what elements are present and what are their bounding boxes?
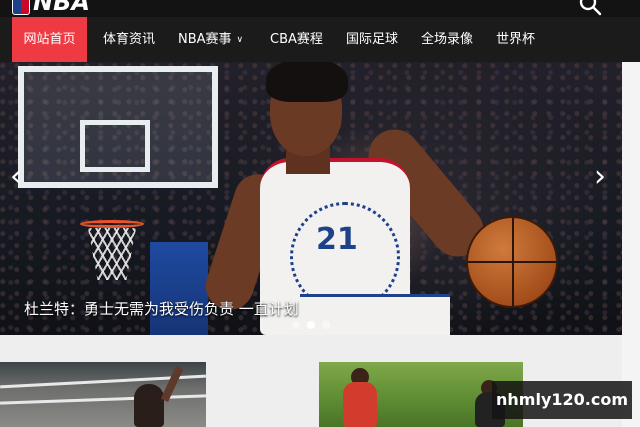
nba-logo[interactable]: NBA <box>12 0 90 16</box>
nav-item-intl-football[interactable]: 国际足球 <box>346 17 398 62</box>
chevron-right-icon: › <box>594 159 606 194</box>
site-watermark: nhmly120.com <box>492 381 632 419</box>
logo-text: NBA <box>33 0 90 16</box>
basketball <box>466 216 558 308</box>
backboard-square <box>80 120 150 172</box>
carousel-caption[interactable]: 杜兰特：勇士无需为我受伤负责 一直计划 <box>24 298 299 319</box>
page-edge-strip <box>622 62 640 427</box>
nav-item-full-replays[interactable]: 全场录像 <box>421 17 473 62</box>
carousel-next-button[interactable]: › <box>594 162 606 192</box>
nav-item-cba-schedule[interactable]: CBA赛程 <box>270 17 323 62</box>
chevron-left-icon: ‹ <box>10 159 22 194</box>
nav-item-sports-news[interactable]: 体育资讯 <box>103 17 155 62</box>
search-icon[interactable] <box>578 0 602 16</box>
site-header: NBA <box>0 0 640 17</box>
thumbnail-player <box>134 384 164 427</box>
page: NBA 网站首页 体育资讯 NBA赛事 ∨ CBA赛程 国际足球 全场录像 世界杯 <box>0 0 640 427</box>
hero-image-player: 21 <box>190 62 570 335</box>
carousel-dot-active[interactable] <box>307 321 315 329</box>
nav-item-home[interactable]: 网站首页 <box>12 17 87 62</box>
nav-item-nba[interactable]: NBA赛事 ∨ <box>178 17 243 62</box>
nav-item-label: 网站首页 <box>23 32 76 47</box>
main-nav: 网站首页 体育资讯 NBA赛事 ∨ CBA赛程 国际足球 全场录像 世界杯 <box>0 17 640 62</box>
jersey-number: 21 <box>316 222 358 257</box>
news-card-thumbnail[interactable] <box>0 362 206 427</box>
nav-item-label: 世界杯 <box>496 32 536 47</box>
nav-item-label: 体育资讯 <box>103 32 156 47</box>
court-line <box>0 394 206 405</box>
hoop-rim <box>80 220 144 228</box>
carousel-pagination <box>292 321 330 329</box>
nav-item-label: 全场录像 <box>421 32 474 47</box>
nav-item-label: NBA赛事 <box>178 32 232 47</box>
carousel-dot[interactable] <box>292 321 300 329</box>
carousel-dot[interactable] <box>322 321 330 329</box>
nav-item-label: CBA赛程 <box>270 32 323 47</box>
carousel-prev-button[interactable]: ‹ <box>10 162 22 192</box>
chevron-down-icon: ∨ <box>236 35 244 45</box>
hero-carousel[interactable]: 21 ‹ › 杜兰特：勇士无需为我受伤负责 一直计划 <box>0 62 622 335</box>
player-hair <box>266 62 348 102</box>
nba-logo-badge-icon <box>12 0 30 15</box>
nav-item-world-cup[interactable]: 世界杯 <box>496 17 535 62</box>
thumbnail-person <box>343 382 377 427</box>
nav-item-label: 国际足球 <box>346 32 399 47</box>
